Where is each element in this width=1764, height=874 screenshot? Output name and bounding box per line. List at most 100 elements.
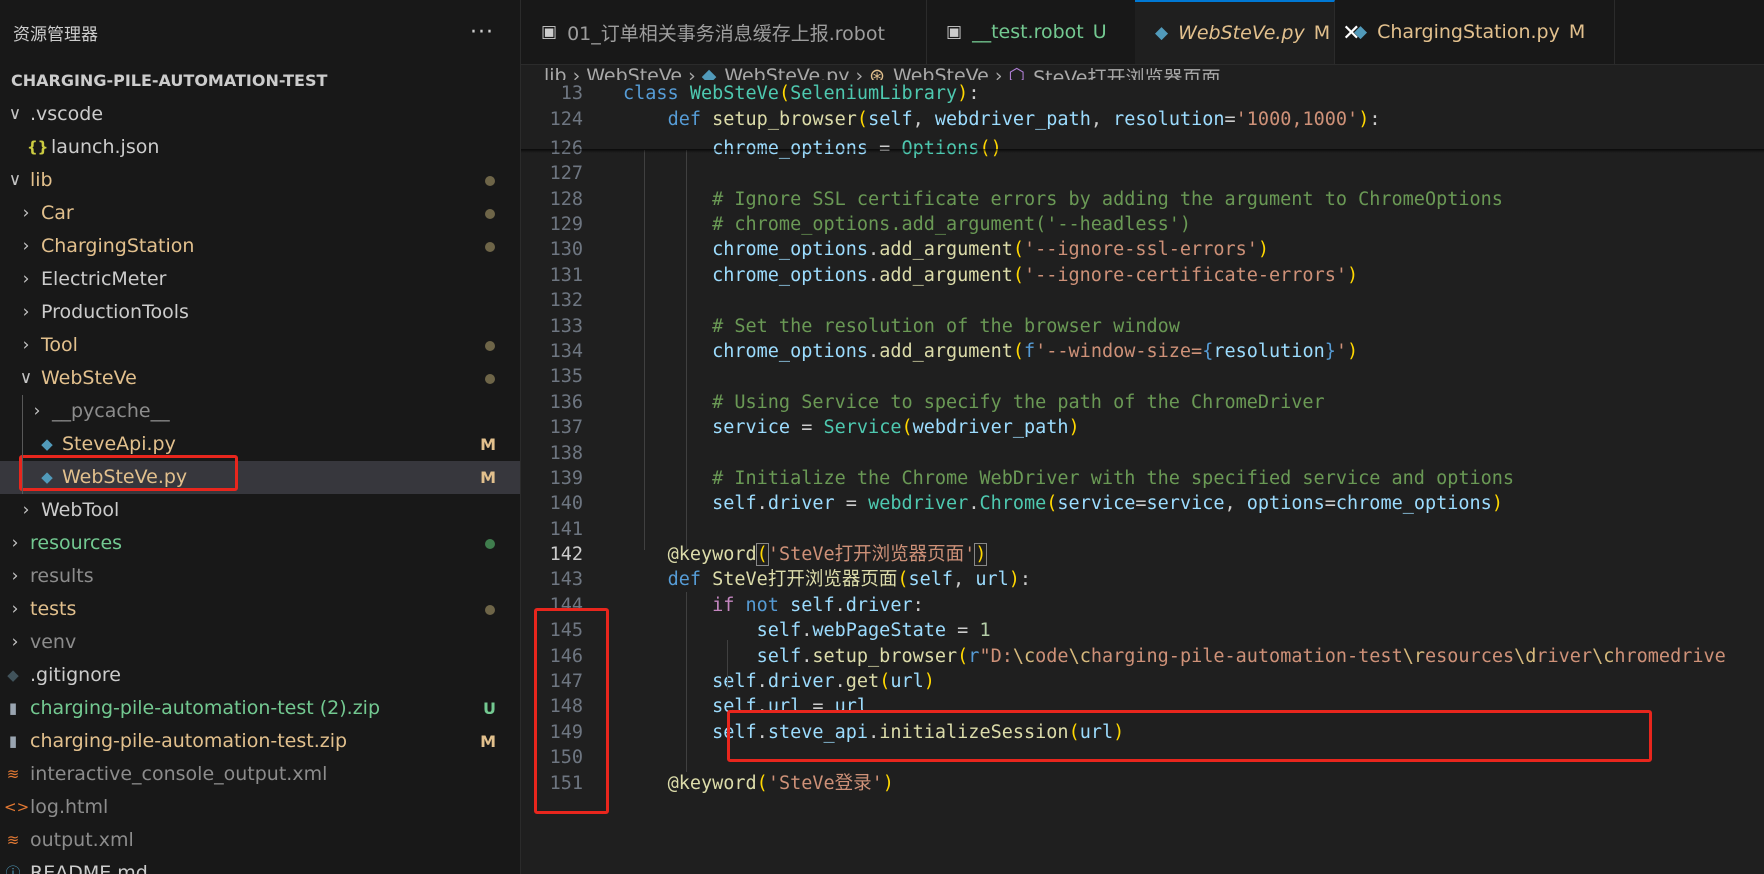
code-line[interactable]: 127 [521, 160, 1764, 188]
tree-item[interactable]: › __pycache__ [0, 395, 520, 428]
tree-item-label: ChargingStation [41, 235, 195, 257]
chevron-right-icon[interactable]: › [30, 395, 44, 428]
code-line[interactable]: 145 self.webPageState = 1 [521, 617, 1764, 645]
tree-item-label: resources [30, 532, 123, 554]
tree-item-label: Tool [41, 334, 78, 356]
tree-item[interactable]: › resources [0, 527, 520, 560]
tree-item[interactable]: › results [0, 560, 520, 593]
tree-item[interactable]: › WebTool [0, 494, 520, 527]
chevron-right-icon[interactable]: › [8, 626, 22, 659]
chevron-right-icon[interactable]: › [8, 527, 22, 560]
code-line[interactable]: 136 # Using Service to specify the path … [521, 389, 1764, 417]
git-status-badge: M [480, 435, 496, 454]
line-number: 139 [549, 468, 583, 489]
code-line[interactable]: 124 def setup_browser(self, webdriver_pa… [521, 106, 1764, 134]
line-number: 134 [549, 341, 583, 362]
tree-item-label: launch.json [51, 136, 160, 158]
tree-item[interactable]: ▮ charging-pile-automation-test (2).zip U [0, 692, 520, 725]
line-number: 124 [549, 109, 583, 130]
line-number: 136 [549, 392, 583, 413]
tab-bar: ▣ 01_订单相关事务消息缓存上报.robot ▣ __test.robot U ◆ Web… [521, 0, 1764, 65]
tree-item[interactable]: ≋ interactive_console_output.xml [0, 758, 520, 791]
code-line[interactable]: 131 chrome_options.add_argument('--ignor… [521, 262, 1764, 290]
tree-item[interactable]: › ChargingStation [0, 230, 520, 263]
tab-01-robot[interactable]: ▣ 01_订单相关事务消息缓存上报.robot [521, 0, 927, 64]
code-line[interactable]: 134 chrome_options.add_argument(f'--wind… [521, 338, 1764, 366]
code-line[interactable]: 139 # Initialize the Chrome WebDriver wi… [521, 465, 1764, 493]
tree-item[interactable]: ≋ output.xml [0, 824, 520, 857]
tree-item[interactable]: › ProductionTools [0, 296, 520, 329]
tree-item-label: README.md [30, 862, 148, 874]
chevron-down-icon[interactable]: ∨ [19, 362, 33, 395]
git-status-badge: M [480, 732, 496, 751]
code-line[interactable]: 138 [521, 440, 1764, 468]
code-line[interactable]: 133 # Set the resolution of the browser … [521, 313, 1764, 341]
git-status-dot [485, 242, 495, 252]
tree-item-label: .vscode [30, 103, 104, 125]
code-line[interactable]: 129 # chrome_options.add_argument('--hea… [521, 211, 1764, 239]
code-text: def setup_browser(self, webdriver_path, … [667, 109, 1381, 130]
chevron-right-icon[interactable]: › [19, 230, 33, 263]
annotation-highlight-setup-call [727, 710, 1652, 762]
chevron-right-icon[interactable]: › [19, 263, 33, 296]
code-line[interactable]: 141 [521, 516, 1764, 544]
line-number: 127 [549, 163, 583, 184]
tab-status-badge: U [1092, 21, 1107, 43]
line-number: 137 [549, 417, 583, 438]
tab-chargingstation-py[interactable]: ◆ ChargingStation.py M [1334, 0, 1615, 64]
code-line[interactable]: 128 # Ignore SSL certificate errors by a… [521, 186, 1764, 214]
line-number: 131 [549, 265, 583, 286]
more-actions-icon[interactable]: ··· [470, 20, 494, 45]
project-root[interactable]: CHARGING-PILE-AUTOMATION-TEST [0, 64, 520, 98]
code-text: self.driver = webdriver.Chrome(service=s… [712, 493, 1503, 514]
git-status-dot [485, 605, 495, 615]
tree-item[interactable]: ▮ charging-pile-automation-test.zip M [0, 725, 520, 758]
chevron-right-icon[interactable]: › [8, 560, 22, 593]
chevron-down-icon[interactable]: ∨ [8, 98, 22, 131]
explorer-header: 资源管理器 ··· [0, 0, 520, 64]
git-file-icon: ◆ [7, 666, 19, 684]
tree-item[interactable]: <> log.html [0, 791, 520, 824]
code-line[interactable]: 146 self.setup_browser(r"D:\code\chargin… [521, 643, 1764, 671]
code-line[interactable]: 130 chrome_options.add_argument('--ignor… [521, 236, 1764, 264]
tree-item[interactable]: ∨ lib [0, 164, 520, 197]
line-number: 128 [549, 189, 583, 210]
tree-item-label: charging-pile-automation-test.zip [30, 730, 348, 752]
chevron-right-icon[interactable]: › [19, 329, 33, 362]
tree-item-label: WebTool [41, 499, 120, 521]
code-line[interactable]: 151 @keyword('SteVe登录') [521, 770, 1764, 798]
tree-item[interactable]: ∨ WebSteVe [0, 362, 520, 395]
chevron-right-icon[interactable]: › [8, 593, 22, 626]
tree-item[interactable]: › tests [0, 593, 520, 626]
tree-item[interactable]: › Tool [0, 329, 520, 362]
code-line[interactable]: 137 service = Service(webdriver_path) [521, 414, 1764, 442]
code-text: chrome_options.add_argument('--ignore-ss… [712, 239, 1270, 260]
tab-websteve-py[interactable]: ◆ WebSteVe.py M ✕ [1135, 0, 1361, 64]
code-line[interactable]: 13 class WebSteVe(SeleniumLibrary): [521, 80, 1764, 108]
code-line[interactable]: 144 if not self.driver: [521, 592, 1764, 620]
code-line[interactable]: 140 self.driver = webdriver.Chrome(servi… [521, 490, 1764, 518]
tab-test-robot[interactable]: ▣ __test.robot U [926, 0, 1136, 64]
tree-item[interactable]: › venv [0, 626, 520, 659]
tab-label: WebSteVe.py [1178, 22, 1305, 44]
code-line[interactable]: 143 def SteVe打开浏览器页面(self, url): [521, 566, 1764, 594]
chevron-right-icon[interactable]: › [19, 296, 33, 329]
chevron-down-icon[interactable]: ∨ [8, 164, 22, 197]
code-text: # Using Service to specify the path of t… [712, 392, 1325, 413]
tree-item-label: __pycache__ [52, 400, 170, 422]
code-line[interactable]: 135 [521, 363, 1764, 391]
tree-item[interactable]: › ElectricMeter [0, 263, 520, 296]
chevron-right-icon[interactable]: › [19, 494, 33, 527]
code-line[interactable]: 132 [521, 287, 1764, 315]
tree-item[interactable]: ◆ .gitignore [0, 659, 520, 692]
git-status-badge: M [480, 468, 496, 487]
markdown-info-icon: ⓘ [5, 864, 21, 874]
tree-item[interactable]: › Car [0, 197, 520, 230]
code-line[interactable]: 147 self.driver.get(url) [521, 668, 1764, 696]
line-number: 138 [549, 443, 583, 464]
tree-item[interactable]: {} launch.json [0, 131, 520, 164]
code-line[interactable]: 142 @keyword('SteVe打开浏览器页面') [521, 541, 1764, 569]
tree-item[interactable]: ∨ .vscode [0, 98, 520, 131]
chevron-right-icon[interactable]: › [19, 197, 33, 230]
tree-item[interactable]: ⓘ README.md [0, 857, 520, 874]
